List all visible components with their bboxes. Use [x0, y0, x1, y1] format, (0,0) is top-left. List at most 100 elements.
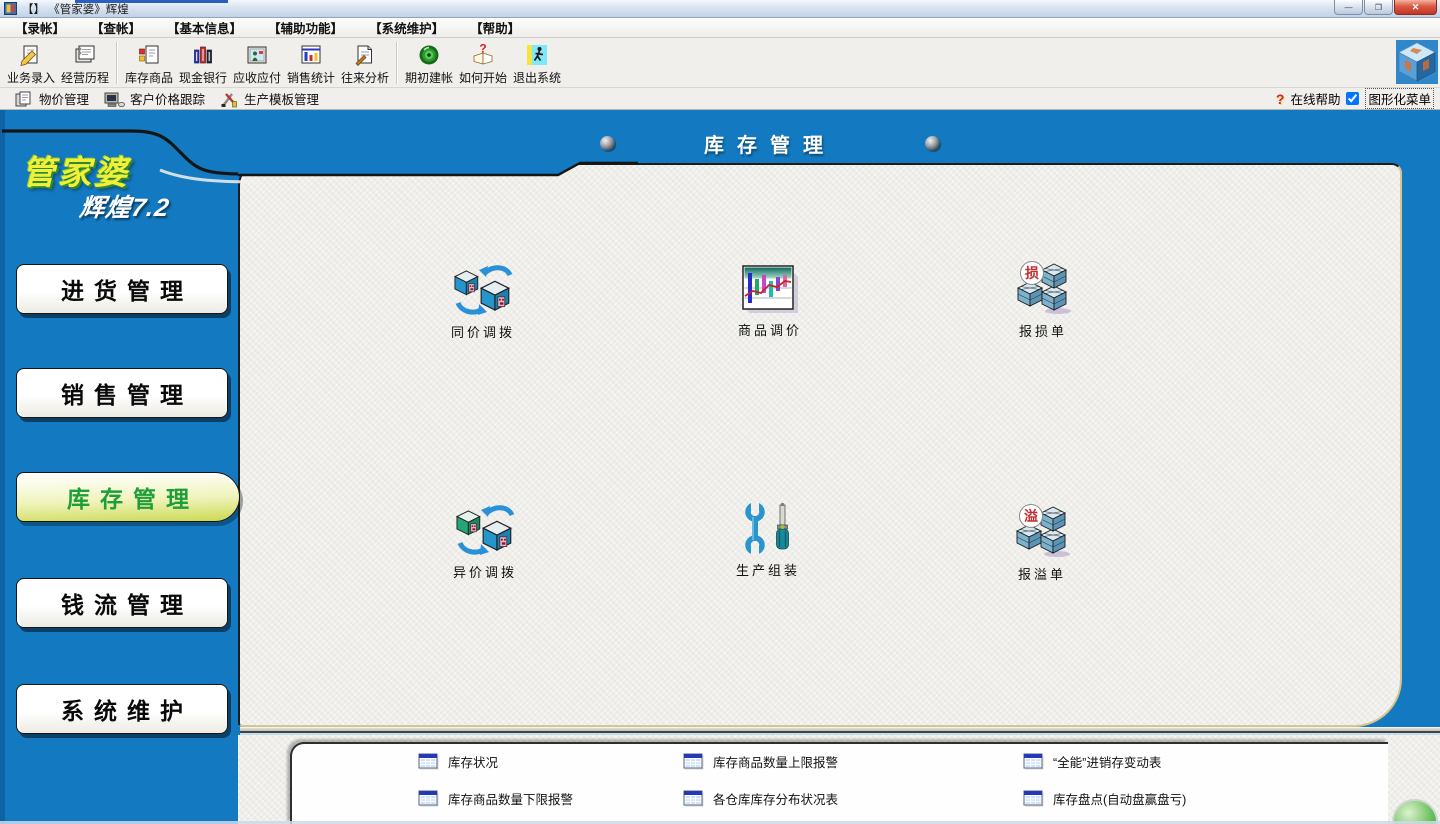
toolbar2-button-price-management[interactable]: 物价管理	[14, 89, 89, 108]
toolbar-label: 库存商品	[125, 69, 173, 86]
online-help-icon: ?	[1276, 91, 1285, 107]
toolbar-button-business-history[interactable]: 经营历程	[58, 40, 112, 86]
toolbar-button-how-to-start[interactable]: ? 如何开始	[456, 40, 510, 86]
window-controls: — ❐ ✕	[1333, 0, 1437, 15]
brand-logo-name: 管家婆	[22, 146, 130, 194]
toolbar-label: 业务录入	[7, 69, 55, 86]
toolbar-button-cash-bank[interactable]: 现金银行	[176, 40, 230, 86]
overflow-badge-glyph: 溢	[1024, 508, 1038, 524]
toolbar-button-transactions-analysis[interactable]: 往来分析	[338, 40, 392, 86]
receivable-payable-icon	[245, 41, 269, 69]
app-icon	[4, 2, 17, 15]
cash-bank-icon	[191, 41, 215, 69]
report-link-label: “全能”进销存变动表	[1053, 752, 1161, 771]
report-link-upper-limit-alarm[interactable]: 库存商品数量上限报警	[683, 750, 838, 772]
report-link-warehouse-distribution[interactable]: 各仓库库存分布状况表	[683, 787, 838, 809]
loss-report-icon: 损	[1012, 260, 1074, 316]
page-title: 库存管理	[704, 129, 836, 158]
bottom-divider	[240, 727, 1440, 733]
main-icon-overflow-report[interactable]: 溢 报溢单	[977, 503, 1107, 583]
toolbar-label: 退出系统	[513, 69, 561, 86]
price-management-icon	[14, 90, 34, 108]
main-icon-same-price-transfer[interactable]: 同价调拨	[418, 263, 548, 341]
toolbar-button-receivable-payable[interactable]: 应收应付	[230, 40, 284, 86]
toolbar-separator	[396, 42, 398, 84]
toolbar-button-sales-stats[interactable]: 销售统计	[284, 40, 338, 86]
diff-price-transfer-icon	[452, 503, 518, 557]
title-bar: 【】 《管家婆》辉煌 — ❐ ✕	[0, 0, 1440, 18]
menu-item-auxiliary[interactable]: 【辅助功能】	[255, 18, 356, 37]
main-icon-goods-price-adjust[interactable]: 商品调价	[705, 265, 835, 339]
table-icon	[1023, 790, 1044, 807]
report-link-label: 库存商品数量下限报警	[448, 789, 573, 808]
section-header: 库存管理	[600, 131, 940, 155]
toolbar2-label: 客户价格跟踪	[130, 89, 205, 108]
close-button[interactable]: ✕	[1394, 0, 1437, 15]
toolbar-label: 期初建帐	[405, 69, 453, 86]
sidebar-button-purchase[interactable]: 进货管理	[16, 264, 228, 314]
skin-cube-image	[1396, 40, 1438, 84]
main-icon-label: 生产组装	[703, 560, 833, 579]
main-icon-label: 报溢单	[977, 564, 1107, 583]
graphic-menu-checkbox[interactable]	[1346, 92, 1359, 105]
report-link-label: 库存盘点(自动盘赢盘亏)	[1053, 789, 1186, 808]
main-toolbar: 业务录入 经营历程	[0, 38, 1440, 88]
table-icon	[418, 753, 439, 770]
menu-item-help[interactable]: 【帮助】	[457, 18, 533, 37]
sidebar-button-cashflow[interactable]: 钱流管理	[16, 578, 228, 628]
main-icon-production-assembly[interactable]: 生产组装	[703, 503, 833, 579]
toolbar2-label: 生产模板管理	[244, 89, 319, 108]
window-top-accent	[75, 0, 228, 3]
sidebar-button-sales[interactable]: 销售管理	[16, 368, 228, 418]
business-history-icon	[73, 41, 97, 69]
report-link-stocktake[interactable]: 库存盘点(自动盘赢盘亏)	[1023, 787, 1186, 809]
table-icon	[1023, 753, 1044, 770]
toolbar-button-inventory-goods[interactable]: 库存商品	[122, 40, 176, 86]
menu-item-basic-info[interactable]: 【基本信息】	[154, 18, 255, 37]
overflow-report-icon: 溢	[1011, 503, 1073, 559]
toolbar-button-exit-system[interactable]: 退出系统	[510, 40, 564, 86]
main-icon-diff-price-transfer[interactable]: 异价调拨	[420, 503, 550, 581]
toolbar-button-initial-setup[interactable]: 期初建帐	[402, 40, 456, 86]
production-assembly-icon	[740, 503, 796, 555]
table-icon	[683, 753, 704, 770]
restore-button[interactable]: ❐	[1364, 0, 1393, 15]
report-link-label: 库存商品数量上限报警	[713, 752, 838, 771]
sidebar-button-inventory[interactable]: 库存管理	[16, 472, 240, 522]
online-help-label[interactable]: 在线帮助	[1290, 89, 1340, 108]
application-window: 【】 《管家婆》辉煌 — ❐ ✕ 【录帐】 【查帐】 【基本信息】 【辅助功能】…	[0, 0, 1440, 824]
report-link-label: 库存状况	[448, 752, 498, 771]
graphic-menu-label[interactable]: 图形化菜单	[1365, 88, 1434, 109]
report-link-lower-limit-alarm[interactable]: 库存商品数量下限报警	[418, 787, 573, 809]
main-icon-label: 商品调价	[705, 320, 835, 339]
transactions-analysis-icon	[353, 41, 377, 69]
main-icon-label: 异价调拨	[420, 562, 550, 581]
main-icon-loss-report[interactable]: 损 报损单	[978, 260, 1108, 340]
toolbar2-right-group: ? 在线帮助 图形化菜单	[1276, 88, 1434, 109]
how-to-start-icon: ?	[471, 41, 495, 69]
sidebar-button-system-maintenance[interactable]: 系统维护	[16, 684, 228, 734]
report-link-allround-change-table[interactable]: “全能”进销存变动表	[1023, 750, 1161, 772]
main-icon-label: 报损单	[978, 321, 1108, 340]
toolbar2-button-customer-price-tracking[interactable]: 客户价格跟踪	[103, 89, 205, 108]
menu-item-system-maintenance[interactable]: 【系统维护】	[356, 18, 457, 37]
business-entry-icon	[19, 41, 43, 69]
toolbar2-button-production-template[interactable]: 生产模板管理	[219, 89, 319, 108]
sidebar-left-edge	[0, 110, 5, 824]
report-link-inventory-status[interactable]: 库存状况	[418, 750, 498, 772]
menu-bar: 【录帐】 【查帐】 【基本信息】 【辅助功能】 【系统维护】 【帮助】	[0, 18, 1440, 38]
customer-price-tracking-icon	[103, 90, 125, 108]
sphere-decoration-right	[925, 136, 940, 151]
toolbar-label: 销售统计	[287, 69, 335, 86]
menu-item-query[interactable]: 【查帐】	[78, 18, 154, 37]
menu-item-record[interactable]: 【录帐】	[2, 18, 78, 37]
toolbar-button-business-entry[interactable]: 业务录入	[4, 40, 58, 86]
exit-system-icon	[525, 41, 549, 69]
table-icon	[683, 790, 704, 807]
minimize-button[interactable]: —	[1334, 0, 1363, 15]
toolbar-label: 经营历程	[61, 69, 109, 86]
toolbar-label: 现金银行	[179, 69, 227, 86]
same-price-transfer-icon	[450, 263, 516, 317]
secondary-toolbar: 物价管理 客户价格跟踪 生产模板管理 ? 在线帮助 图形化菜单	[0, 88, 1440, 110]
sphere-decoration-left	[600, 136, 615, 151]
